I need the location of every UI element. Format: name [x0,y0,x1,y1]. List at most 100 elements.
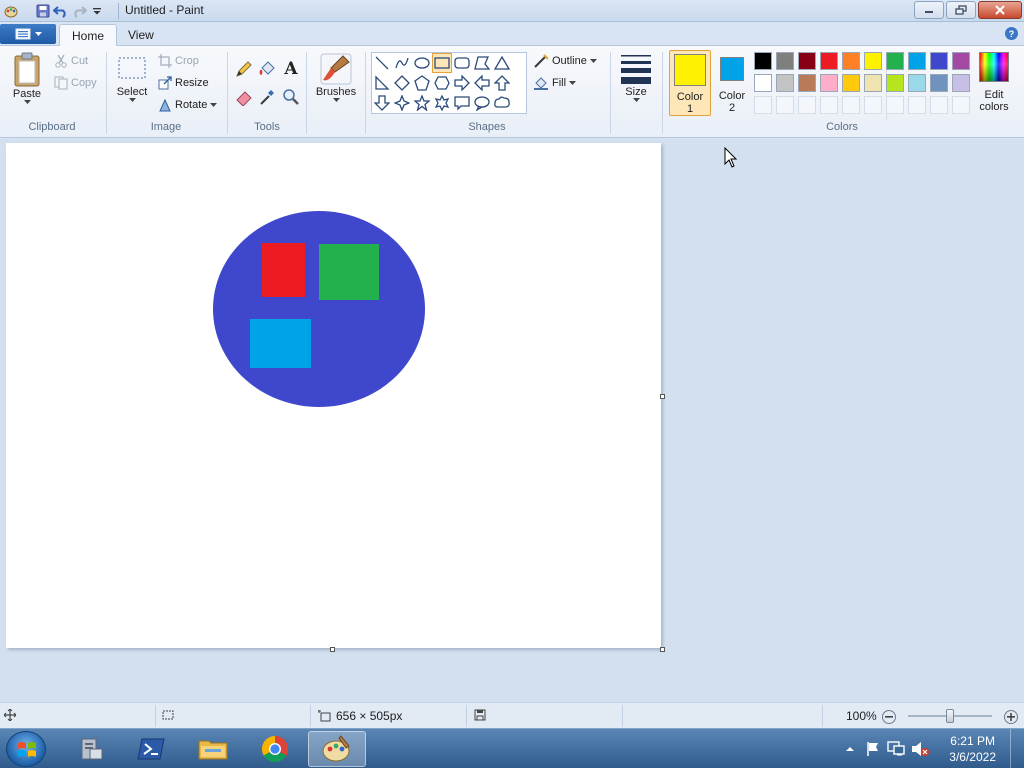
diamond-shape[interactable] [392,73,412,93]
rect-callout-shape[interactable] [452,93,472,113]
color-picker-tool[interactable] [256,86,278,108]
size-button[interactable]: Size [618,52,654,103]
six-point-star-shape[interactable] [432,93,452,113]
zoom-slider-thumb[interactable] [946,709,954,723]
drawing-canvas[interactable] [6,143,661,648]
right-triangle-shape[interactable] [372,73,392,93]
oval-callout-shape[interactable] [472,93,492,113]
palette-swatch[interactable] [864,52,882,70]
oval-shape[interactable] [412,53,432,73]
polygon-shape[interactable] [472,53,492,73]
palette-swatch[interactable] [798,74,816,92]
resize-handle-corner[interactable] [660,647,665,652]
palette-swatch[interactable] [754,52,772,70]
volume-muted-icon[interactable] [910,740,930,758]
pentagon-shape[interactable] [412,73,432,93]
palette-swatch[interactable] [886,52,904,70]
hexagon-shape[interactable] [432,73,452,93]
redo-icon[interactable] [70,2,88,20]
palette-swatch[interactable] [930,52,948,70]
save-icon[interactable] [34,2,52,20]
resize-handle-right[interactable] [660,394,665,399]
palette-swatch[interactable] [952,74,970,92]
up-arrow-shape[interactable] [492,73,512,93]
pencil-tool[interactable] [233,58,255,80]
file-menu-button[interactable] [0,24,56,44]
show-desktop-button[interactable] [1010,729,1024,768]
network-icon[interactable] [886,740,906,758]
palette-swatch[interactable] [754,74,772,92]
copy-button[interactable]: Copy [54,76,97,90]
palette-swatch[interactable] [820,74,838,92]
close-button[interactable] [978,1,1022,19]
taskbar-powershell[interactable] [122,731,180,767]
rotate-button[interactable]: Rotate [158,98,218,112]
paste-button[interactable]: Paste [10,52,44,105]
palette-custom-slot[interactable] [908,96,926,114]
rounded-rectangle-shape[interactable] [452,53,472,73]
taskbar-file-explorer[interactable] [184,731,242,767]
palette-swatch[interactable] [908,52,926,70]
four-point-star-shape[interactable] [392,93,412,113]
color1-button[interactable]: Color 1 [669,50,711,116]
cut-button[interactable]: Cut [54,54,88,68]
palette-custom-slot[interactable] [952,96,970,114]
paint-app-icon[interactable] [2,2,20,20]
text-tool[interactable]: A [280,58,302,80]
down-arrow-shape[interactable] [372,93,392,113]
palette-custom-slot[interactable] [820,96,838,114]
zoom-out-button[interactable] [882,710,896,724]
crop-button[interactable]: Crop [158,54,199,68]
palette-swatch[interactable] [798,52,816,70]
outline-button[interactable]: Outline [533,54,597,68]
taskbar-clock[interactable]: 6:21 PM 3/6/2022 [949,733,996,765]
palette-swatch[interactable] [842,74,860,92]
palette-swatch[interactable] [930,74,948,92]
triangle-shape[interactable] [492,53,512,73]
palette-swatch[interactable] [776,74,794,92]
tab-home[interactable]: Home [59,24,118,46]
palette-custom-slot[interactable] [754,96,772,114]
palette-swatch[interactable] [908,74,926,92]
palette-custom-slot[interactable] [842,96,860,114]
minimize-button[interactable] [914,1,944,19]
magnifier-tool[interactable] [280,86,302,108]
palette-swatch[interactable] [886,74,904,92]
undo-icon[interactable] [52,2,70,20]
start-button[interactable] [6,731,46,767]
color2-button[interactable]: Color 2 [713,50,751,116]
palette-custom-slot[interactable] [886,96,904,114]
palette-swatch[interactable] [820,52,838,70]
resize-button[interactable]: Resize [158,76,209,90]
palette-swatch[interactable] [864,74,882,92]
taskbar-paint[interactable] [308,731,366,767]
zoom-in-button[interactable] [1004,710,1018,724]
palette-swatch[interactable] [776,52,794,70]
palette-custom-slot[interactable] [930,96,948,114]
show-hidden-icons-icon[interactable] [842,741,858,757]
fill-tool[interactable] [256,58,278,80]
left-arrow-shape[interactable] [472,73,492,93]
tab-view[interactable]: View [116,24,166,46]
palette-custom-slot[interactable] [864,96,882,114]
curve-shape[interactable] [392,53,412,73]
rectangle-shape[interactable] [432,53,452,73]
taskbar-chrome[interactable] [246,731,304,767]
cloud-callout-shape[interactable] [492,93,512,113]
fill-button[interactable]: Fill [533,76,577,90]
palette-custom-slot[interactable] [776,96,794,114]
resize-handle-bottom[interactable] [330,647,335,652]
taskbar-server-manager[interactable] [62,731,120,767]
five-point-star-shape[interactable] [412,93,432,113]
restore-button[interactable] [946,1,976,19]
line-shape[interactable] [372,53,392,73]
customize-toolbar-dropdown[interactable] [88,2,106,20]
palette-swatch[interactable] [952,52,970,70]
help-icon[interactable]: ? [1005,27,1018,40]
eraser-tool[interactable] [233,86,255,108]
right-arrow-shape[interactable] [452,73,472,93]
palette-custom-slot[interactable] [798,96,816,114]
brushes-button[interactable]: Brushes [313,52,359,103]
palette-swatch[interactable] [842,52,860,70]
action-center-flag-icon[interactable] [864,740,882,758]
